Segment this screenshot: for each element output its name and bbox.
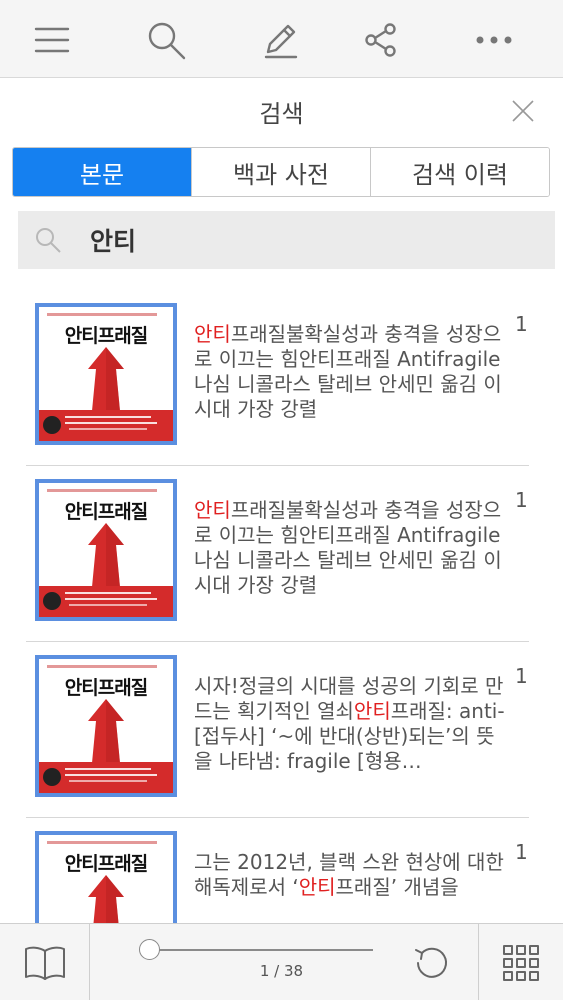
- result-item[interactable]: 안티프래질 시자!정글의 시대를 성공의 기회로 만드는 획기적인 열쇠안티프래…: [26, 642, 529, 818]
- page-indicator: 1 / 38: [259, 962, 304, 980]
- more-icon[interactable]: [468, 14, 520, 66]
- page-slider-track[interactable]: [150, 949, 373, 951]
- search-icon[interactable]: [140, 14, 192, 66]
- top-toolbar: [0, 0, 563, 78]
- page-slider-thumb[interactable]: [139, 939, 160, 960]
- search-highlight: 안티: [353, 699, 391, 723]
- book-cover-thumbnail: 안티프래질: [35, 303, 177, 445]
- book-icon[interactable]: [0, 924, 90, 1000]
- cover-title: 안티프래질: [64, 325, 148, 347]
- search-bar: [18, 211, 555, 269]
- close-icon[interactable]: [508, 96, 538, 126]
- tab-search-history[interactable]: 검색 이력: [370, 148, 549, 196]
- cover-figure-icon: [88, 699, 124, 763]
- refresh-icon[interactable]: [409, 940, 455, 986]
- search-panel: 검색 본문 백과 사전 검색 이력 안티프래질 안티프래질불확실성과 충격을 성…: [0, 78, 563, 923]
- cover-title: 안티프래질: [64, 501, 148, 523]
- bottom-bar: 1 / 38: [0, 923, 563, 1000]
- result-snippet: 안티프래질불확실성과 충격을 성장으로 이끄는 힘안티프래질 Antifragi…: [194, 322, 502, 421]
- search-highlight: 안티: [298, 875, 336, 899]
- cover-figure-icon: [88, 347, 124, 411]
- result-snippet: 그는 2012년, 블랙 스완 현상에 대한 해독제로서 ‘안티프래질’ 개념을: [194, 850, 504, 899]
- book-cover-thumbnail: 안티프래질: [35, 479, 177, 621]
- search-highlight: 안티: [194, 498, 231, 522]
- tab-body-text[interactable]: 본문: [13, 148, 191, 196]
- search-highlight: 안티: [194, 322, 231, 346]
- result-snippet: 시자!정글의 시대를 성공의 기회로 만드는 획기적인 열쇠안티프래질: ant…: [194, 674, 505, 773]
- result-page-number: 1: [515, 840, 528, 864]
- search-tabs: 본문 백과 사전 검색 이력: [12, 147, 550, 197]
- tab-encyclopedia[interactable]: 백과 사전: [191, 148, 370, 196]
- result-page-number: 1: [515, 488, 528, 512]
- cover-title: 안티프래질: [64, 853, 148, 875]
- result-snippet: 안티프래질불확실성과 충격을 성장으로 이끄는 힘안티프래질 Antifragi…: [194, 498, 502, 597]
- pencil-icon[interactable]: [254, 14, 306, 66]
- result-item[interactable]: 안티프래질 안티프래질불확실성과 충격을 성장으로 이끄는 힘안티프래질 Ant…: [26, 466, 529, 642]
- cover-title: 안티프래질: [64, 677, 148, 699]
- result-page-number: 1: [515, 312, 528, 336]
- book-cover-thumbnail: 안티프래질: [35, 831, 177, 923]
- book-cover-thumbnail: 안티프래질: [35, 655, 177, 797]
- cover-figure-icon: [88, 875, 124, 923]
- share-icon[interactable]: [355, 14, 407, 66]
- cover-figure-icon: [88, 523, 124, 587]
- result-page-number: 1: [515, 664, 528, 688]
- search-results-list[interactable]: 안티프래질 안티프래질불확실성과 충격을 성장으로 이끄는 힘안티프래질 Ant…: [0, 290, 563, 923]
- result-item[interactable]: 안티프래질 안티프래질불확실성과 충격을 성장으로 이끄는 힘안티프래질 Ant…: [26, 290, 529, 466]
- grid-icon[interactable]: [478, 924, 563, 1000]
- search-field-icon: [34, 226, 62, 254]
- result-item[interactable]: 안티프래질 그는 2012년, 블랙 스완 현상에 대한 해독제로서 ‘안티프래…: [26, 818, 529, 923]
- search-input[interactable]: [90, 225, 490, 255]
- panel-title: 검색: [259, 100, 304, 128]
- menu-icon[interactable]: [26, 14, 78, 66]
